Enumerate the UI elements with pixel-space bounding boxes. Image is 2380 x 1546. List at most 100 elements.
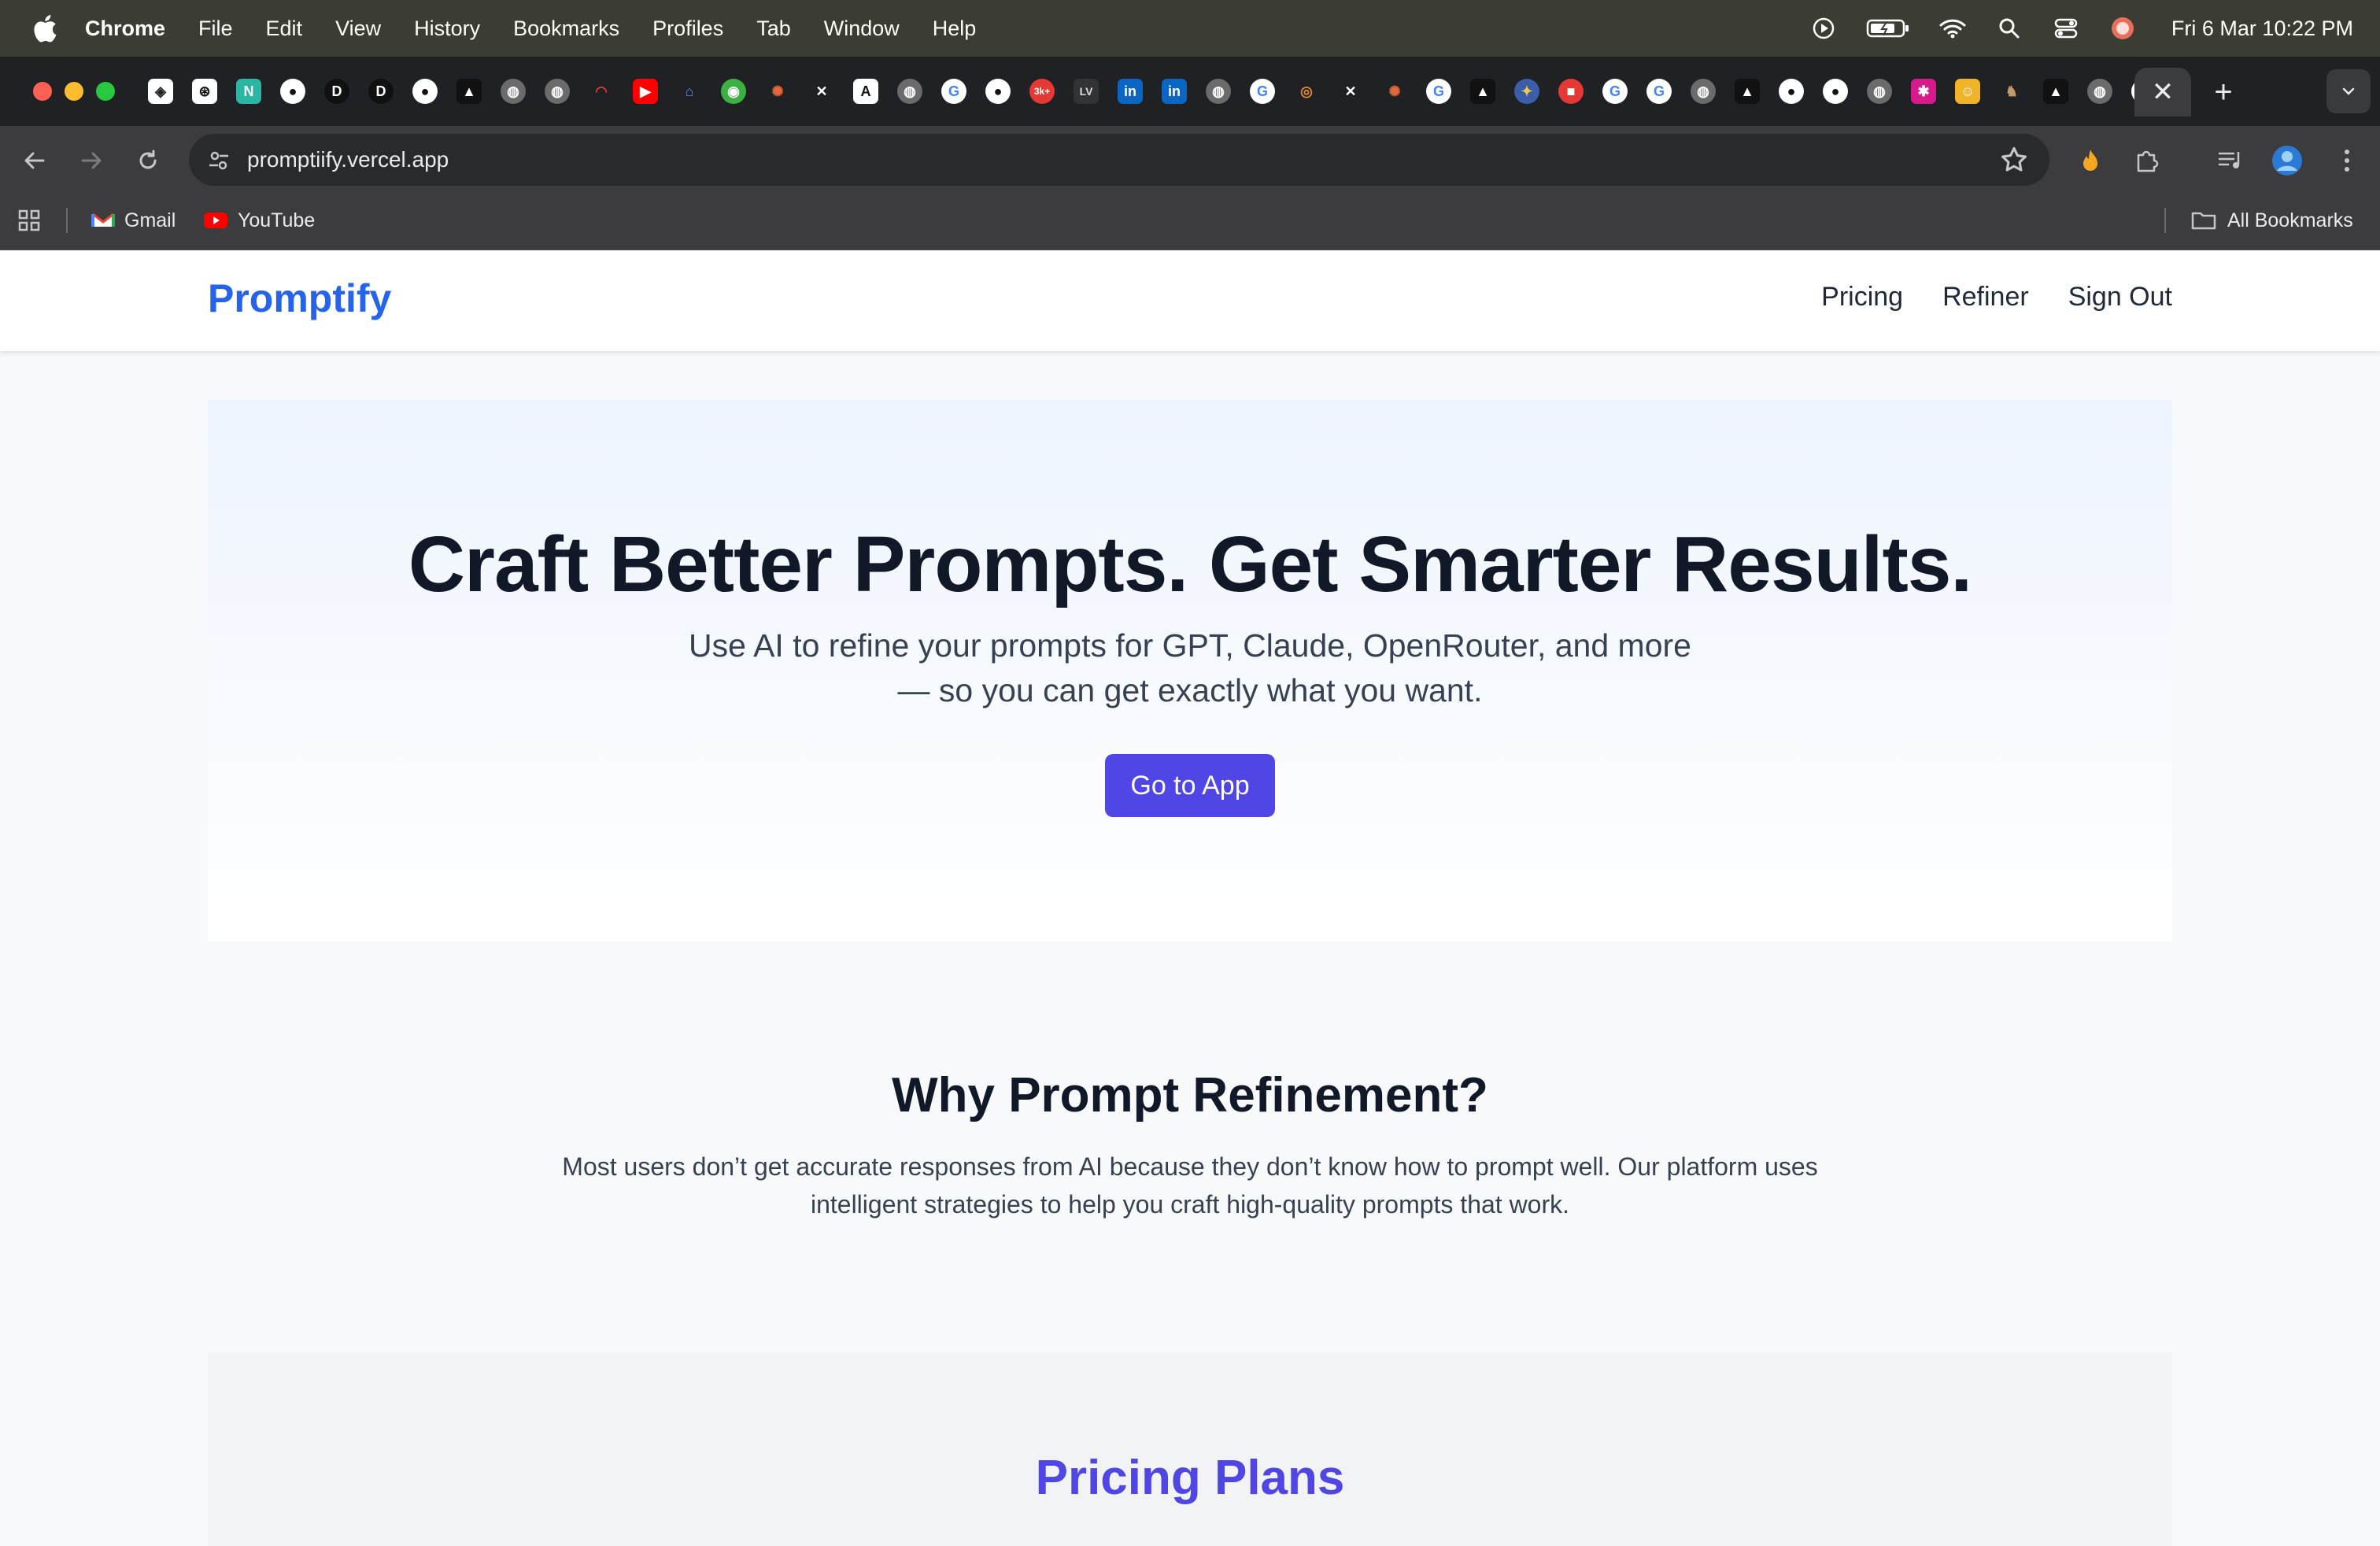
apps-grid-icon[interactable]: [17, 203, 41, 238]
bookmark-star-icon[interactable]: [1999, 145, 2029, 175]
menu-bookmarks[interactable]: Bookmarks: [513, 17, 619, 41]
extension-flame-icon[interactable]: [2073, 143, 2108, 178]
linkedin-favicon-icon[interactable]: in: [1162, 79, 1187, 104]
menubar-clock[interactable]: Fri 6 Mar 10:22 PM: [2171, 17, 2353, 41]
x-favicon-icon[interactable]: ✕: [809, 79, 834, 104]
d-favicon-icon[interactable]: D: [368, 79, 394, 104]
window-minimize-icon[interactable]: [65, 82, 83, 101]
github-favicon-icon[interactable]: ●: [1779, 79, 1804, 104]
youtube-favicon-icon[interactable]: ▶: [633, 79, 658, 104]
menu-app-name[interactable]: Chrome: [85, 17, 165, 41]
battery-icon[interactable]: [1866, 14, 1910, 43]
bookmarks-divider: [66, 208, 68, 233]
bookmark-label: YouTube: [238, 209, 316, 231]
back-button[interactable]: [17, 143, 52, 178]
bookmarks-bar: [0, 192, 2380, 250]
github-favicon-icon[interactable]: ●: [412, 79, 438, 104]
pricing-title: Pricing Plans: [1035, 1451, 1345, 1505]
reload-button[interactable]: [131, 143, 165, 178]
user-avatar-icon[interactable]: [2108, 14, 2137, 43]
github-favicon-icon[interactable]: ●: [280, 79, 305, 104]
forward-button[interactable]: [74, 143, 109, 178]
github-favicon-icon[interactable]: ●: [1823, 79, 1848, 104]
owl-favicon-icon[interactable]: ♞: [1999, 79, 2024, 104]
address-bar[interactable]: promptiify.vercel.app: [189, 134, 2049, 186]
new-tab-button[interactable]: +: [2204, 72, 2243, 112]
active-tab[interactable]: ✕: [2134, 68, 2191, 117]
apple-logo-icon[interactable]: [30, 13, 58, 44]
github-favicon-icon[interactable]: ●: [985, 79, 1011, 104]
triangle-favicon-icon[interactable]: ▲: [1735, 79, 1760, 104]
menu-window[interactable]: Window: [824, 17, 900, 41]
nav-pricing-link[interactable]: Pricing: [1821, 282, 1903, 313]
globe-favicon-icon[interactable]: ◍: [545, 79, 570, 104]
bookmark-youtube[interactable]: YouTube: [203, 203, 315, 238]
window-zoom-icon[interactable]: [96, 82, 115, 101]
menu-help[interactable]: Help: [933, 17, 977, 41]
nav-refiner-link[interactable]: Refiner: [1942, 282, 2029, 313]
macos-menu-bar: Chrome File Edit View History Bookmarks …: [0, 0, 2380, 57]
globe-favicon-icon[interactable]: ◍: [501, 79, 526, 104]
red-favicon-icon[interactable]: ■: [1558, 79, 1584, 104]
lv-favicon-icon[interactable]: LV: [1074, 79, 1099, 104]
menu-tab[interactable]: Tab: [756, 17, 791, 41]
x-favicon-icon[interactable]: ✕: [1338, 79, 1363, 104]
site-logo[interactable]: Promptify: [208, 276, 391, 321]
bookmark-gmail[interactable]: Gmail: [91, 203, 176, 238]
google-favicon-icon[interactable]: G: [1426, 79, 1451, 104]
red-badge-favicon-icon[interactable]: 3k+: [1029, 79, 1055, 104]
openai-favicon-icon[interactable]: ⊛: [192, 79, 217, 104]
chevron-down-icon: [2342, 87, 2355, 95]
site-info-icon[interactable]: [203, 145, 235, 176]
pink-favicon-icon[interactable]: ✱: [1911, 79, 1936, 104]
claude-favicon-icon[interactable]: ✺: [1382, 79, 1407, 104]
google-favicon-icon[interactable]: G: [1250, 79, 1275, 104]
triangle-favicon-icon[interactable]: ▲: [2043, 79, 2068, 104]
go-to-app-button[interactable]: Go to App: [1105, 754, 1275, 817]
cube-favicon-icon[interactable]: ◈: [148, 79, 173, 104]
hero-subtitle-line: — so you can get exactly what you want.: [897, 672, 1483, 708]
window-close-icon[interactable]: [33, 82, 52, 101]
nav-sign-out-link[interactable]: Sign Out: [2068, 282, 2172, 313]
menu-file[interactable]: File: [198, 17, 233, 41]
menu-edit[interactable]: Edit: [266, 17, 303, 41]
anthropic-favicon-icon[interactable]: A: [853, 79, 878, 104]
reload-icon: [139, 150, 157, 169]
claude-favicon-icon[interactable]: ✺: [765, 79, 790, 104]
bank-favicon-icon[interactable]: ⌂: [677, 79, 702, 104]
crest-favicon-icon[interactable]: ✦: [1514, 79, 1539, 104]
menu-profiles[interactable]: Profiles: [652, 17, 723, 41]
wifi-icon[interactable]: [1938, 14, 1967, 43]
linkedin-favicon-icon[interactable]: in: [1118, 79, 1143, 104]
triangle-favicon-icon[interactable]: ▲: [1470, 79, 1495, 104]
all-bookmarks-folder[interactable]: All Bookmarks: [2191, 203, 2353, 238]
extensions-puzzle-icon[interactable]: [2130, 143, 2164, 178]
green-favicon-icon[interactable]: ◉: [721, 79, 746, 104]
arrow-left-icon: [24, 152, 45, 169]
d-favicon-icon[interactable]: D: [324, 79, 349, 104]
chrome-menu-icon[interactable]: [2330, 143, 2364, 178]
triangle-favicon-icon[interactable]: ▲: [456, 79, 482, 104]
profile-avatar-icon[interactable]: [2270, 143, 2304, 178]
control-center-icon[interactable]: [2052, 14, 2080, 43]
globe-favicon-icon[interactable]: ◍: [1691, 79, 1716, 104]
spotlight-search-icon[interactable]: [1995, 14, 2023, 43]
url-text[interactable]: promptiify.vercel.app: [247, 147, 449, 172]
notion-favicon-icon[interactable]: N: [236, 79, 261, 104]
arc-favicon-icon[interactable]: ◠: [589, 79, 614, 104]
close-tab-icon[interactable]: ✕: [2152, 76, 2175, 108]
google-favicon-icon[interactable]: G: [1602, 79, 1628, 104]
media-play-icon[interactable]: [1809, 14, 1838, 43]
menu-view[interactable]: View: [335, 17, 381, 41]
google-favicon-icon[interactable]: G: [941, 79, 966, 104]
google-favicon-icon[interactable]: G: [1646, 79, 1672, 104]
tab-search-button[interactable]: [2326, 69, 2371, 113]
media-queue-icon[interactable]: [2213, 143, 2248, 178]
yellow-favicon-icon[interactable]: ☺: [1955, 79, 1980, 104]
globe-favicon-icon[interactable]: ◍: [2087, 79, 2112, 104]
globe-favicon-icon[interactable]: ◍: [897, 79, 922, 104]
ring-favicon-icon[interactable]: ◎: [1294, 79, 1319, 104]
globe-favicon-icon[interactable]: ◍: [1206, 79, 1231, 104]
globe-favicon-icon[interactable]: ◍: [1867, 79, 1892, 104]
menu-history[interactable]: History: [414, 17, 480, 41]
